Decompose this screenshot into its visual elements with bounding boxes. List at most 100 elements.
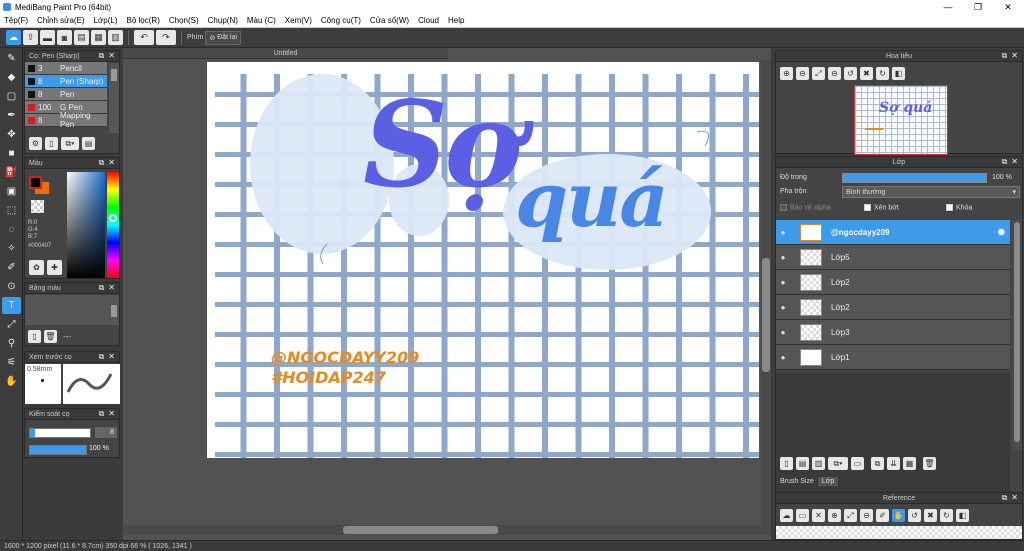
layer-settings-icon[interactable]: ✹: [997, 226, 1006, 239]
visibility-icon[interactable]: ●: [776, 303, 790, 312]
menu-color[interactable]: Màu (C): [247, 16, 276, 25]
rectangle-tool-icon[interactable]: ▢: [2, 88, 21, 105]
folder-icon[interactable]: ▭: [851, 457, 864, 470]
text-tool-icon[interactable]: T: [2, 297, 21, 314]
move-tool-icon[interactable]: ✥: [2, 126, 21, 143]
menu-file[interactable]: Tệp(F): [4, 16, 28, 25]
canvas-vertical-scrollbar[interactable]: [761, 60, 771, 525]
brush-item[interactable]: 8 Mapping Pen: [25, 111, 107, 129]
undock-icon[interactable]: ⧉: [1002, 493, 1008, 503]
gradient-tool-icon[interactable]: ▣: [2, 183, 21, 200]
select-tool-icon[interactable]: ⬚: [2, 202, 21, 219]
layout-icon[interactable]: ▥: [108, 30, 123, 45]
chat-icon[interactable]: ◙: [57, 30, 72, 45]
undock-icon[interactable]: ⧉: [99, 409, 105, 419]
fill-rect-tool-icon[interactable]: ■: [2, 145, 21, 162]
add-brush-icon[interactable]: ⚙: [29, 137, 42, 150]
hue-slider[interactable]: [107, 172, 119, 278]
new-layer-icon[interactable]: ▯: [780, 457, 793, 470]
brush-size-value[interactable]: 8: [95, 427, 117, 438]
eraser-tool-icon[interactable]: ◆: [2, 69, 21, 86]
color-add-icon[interactable]: ✚: [47, 260, 62, 275]
menu-view[interactable]: Xem(V): [285, 16, 312, 25]
reference-canvas[interactable]: [776, 526, 1022, 539]
menu-select[interactable]: Chọn(S): [169, 16, 199, 25]
flip-icon[interactable]: ◧: [956, 509, 969, 522]
duplicate-layer-icon[interactable]: ⧉: [871, 457, 884, 470]
select-pen-tool-icon[interactable]: ✐: [2, 259, 21, 276]
new-1bit-layer-icon[interactable]: ▥: [812, 457, 825, 470]
operation-tool-icon[interactable]: ⤢: [2, 316, 21, 333]
layer-opacity-slider[interactable]: [842, 173, 987, 183]
lasso-tool-icon[interactable]: ◌: [2, 221, 21, 238]
reset-rotation-icon[interactable]: ✖: [860, 67, 873, 80]
brush-tool-icon[interactable]: ✎: [2, 50, 21, 67]
layer-row[interactable]: ● Lớp3: [776, 320, 1010, 345]
flip-icon[interactable]: ◧: [892, 67, 905, 80]
select-eraser-tool-icon[interactable]: ⊙: [2, 278, 21, 295]
undock-icon[interactable]: ⧉: [1002, 51, 1008, 61]
close-icon[interactable]: ✕: [1011, 157, 1018, 167]
visibility-icon[interactable]: ●: [776, 353, 790, 362]
tab-brush-size[interactable]: Brush Size: [778, 477, 816, 486]
brush-size-slider[interactable]: [29, 428, 91, 438]
color-wheel-icon[interactable]: ✿: [29, 260, 44, 275]
bucket-tool-icon[interactable]: ⛽: [2, 164, 21, 181]
canvas-page[interactable]: Sợ quá @NGOCDAYY209 #HOIDAP247: [207, 62, 759, 458]
cloud-icon[interactable]: ☁: [6, 30, 21, 45]
brush-scrollbar[interactable]: [109, 63, 119, 133]
close-icon[interactable]: ✕: [108, 158, 115, 168]
tab-layer[interactable]: Lớp: [817, 477, 839, 486]
foreground-color-swatch[interactable]: [29, 176, 42, 189]
reset-rotation-icon[interactable]: ✖: [924, 509, 937, 522]
hand-tool-icon[interactable]: ✋: [2, 373, 21, 390]
rotate-left-icon[interactable]: ↺: [908, 509, 921, 522]
undock-icon[interactable]: ⧉: [99, 352, 105, 362]
pen-tool-icon[interactable]: ✒: [2, 107, 21, 124]
reset-button[interactable]: ⊘ Đặt lại: [205, 30, 242, 45]
lock-checkbox[interactable]: Khóa: [946, 204, 972, 211]
menu-window[interactable]: Cửa sổ(W): [370, 16, 409, 25]
fit-icon[interactable]: ⤢: [812, 67, 825, 80]
close-icon[interactable]: ✕: [108, 352, 115, 362]
color-saturation-picker[interactable]: [67, 172, 105, 278]
visibility-icon[interactable]: ●: [776, 328, 790, 337]
maximize-button[interactable]: ❐: [968, 0, 988, 14]
copy-brush-icon[interactable]: ⧉▾: [61, 137, 79, 150]
menu-tools[interactable]: Công cụ(T): [321, 16, 361, 25]
zoom-in-icon[interactable]: ⊕: [828, 509, 841, 522]
layer-row[interactable]: ● Lớp2: [776, 295, 1010, 320]
minimize-button[interactable]: —: [938, 0, 958, 14]
menu-layer[interactable]: Lớp(L): [94, 16, 118, 25]
eyedropper-tool-icon[interactable]: ⚲: [2, 335, 21, 352]
protect-alpha-checkbox[interactable]: Bảo vệ alpha: [780, 204, 831, 211]
magic-wand-tool-icon[interactable]: ✧: [2, 240, 21, 257]
layer-row[interactable]: ● @ngocdayy209 ✹: [776, 220, 1010, 245]
divide-tool-icon[interactable]: ⚟: [2, 354, 21, 371]
palette-area[interactable]: [25, 295, 109, 325]
brush-item[interactable]: 3 Pencil: [25, 62, 107, 75]
layer-scrollbar[interactable]: [1012, 220, 1022, 450]
menu-cloud[interactable]: Cloud: [418, 16, 439, 25]
add-layer-menu-icon[interactable]: ⧉▾: [828, 457, 848, 470]
delete-layer-icon[interactable]: 🗑: [923, 457, 936, 470]
visibility-icon[interactable]: ●: [776, 278, 790, 287]
eyedropper-icon[interactable]: ✐: [876, 509, 889, 522]
palette-more[interactable]: ---: [63, 332, 71, 341]
zoom-out-icon[interactable]: ⊖: [860, 509, 873, 522]
open-folder-icon[interactable]: ▭: [796, 509, 809, 522]
undock-icon[interactable]: ⧉: [99, 283, 105, 293]
menu-filter[interactable]: Bộ lọc(R): [127, 16, 160, 25]
hand-icon[interactable]: ✋: [892, 509, 905, 522]
new-palette-icon[interactable]: ▯: [28, 330, 41, 343]
rotate-right-icon[interactable]: ↻: [940, 509, 953, 522]
blend-mode-select[interactable]: Bình thường ▾: [842, 186, 1020, 198]
transparent-swatch[interactable]: [31, 200, 44, 213]
close-button[interactable]: ✕: [998, 0, 1018, 14]
close-icon[interactable]: ✕: [1011, 493, 1018, 503]
navigator-thumbnail[interactable]: Sợ quá: [854, 85, 948, 155]
visibility-icon[interactable]: ●: [776, 253, 790, 262]
page-icon[interactable]: ▤: [74, 30, 89, 45]
close-icon[interactable]: ✕: [108, 51, 115, 61]
undo-icon[interactable]: ↶: [134, 30, 154, 45]
